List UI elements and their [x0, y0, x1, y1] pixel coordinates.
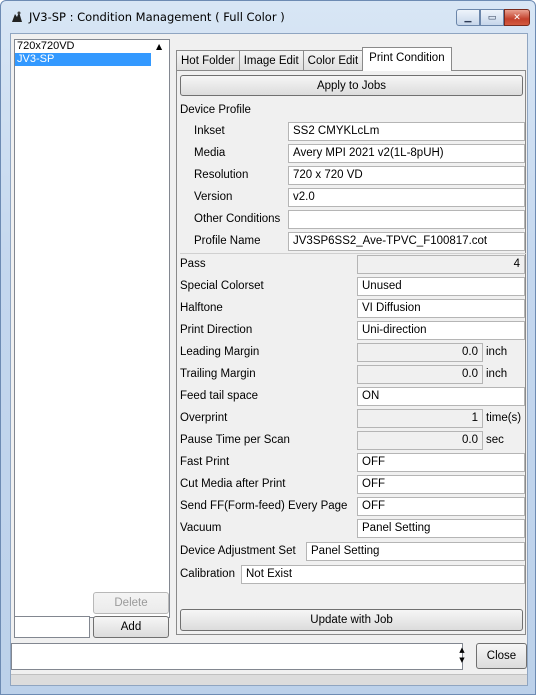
version-label: Version [194, 191, 233, 203]
maximize-icon: ▭ [487, 12, 497, 23]
add-button[interactable]: Add [93, 616, 169, 638]
spin-up-icon[interactable]: ▲ [455, 645, 469, 655]
overprint-label: Overprint [180, 412, 228, 424]
cut-media-select[interactable]: OFF [357, 475, 525, 494]
trailing-margin-unit: inch [486, 368, 508, 380]
app-icon [12, 11, 22, 22]
fast-print-select[interactable]: OFF [357, 453, 525, 472]
profile-name-label: Profile Name [194, 235, 261, 247]
other-conditions-label: Other Conditions [194, 213, 281, 225]
minimize-button[interactable]: ▁ [456, 9, 480, 26]
cut-media-label: Cut Media after Print [180, 478, 286, 490]
divider [180, 253, 526, 254]
overprint-field[interactable]: 1 [357, 409, 483, 428]
close-window-button[interactable]: ✕ [504, 9, 530, 26]
print-condition-body: Apply to Jobs Device Profile Inkset SS2 … [176, 70, 526, 635]
pass-field[interactable]: 4 [357, 255, 525, 274]
vacuum-select[interactable]: Panel Setting [357, 519, 525, 538]
feed-tail-space-select[interactable]: ON [357, 387, 525, 406]
add-name-input[interactable] [14, 616, 90, 638]
inkset-label: Inkset [194, 125, 225, 137]
overprint-unit: time(s) [486, 412, 522, 424]
device-profile-heading: Device Profile [180, 104, 251, 116]
fast-print-label: Fast Print [180, 456, 230, 468]
list-item-selected[interactable]: JV3-SP [15, 53, 151, 66]
close-icon: ✕ [513, 12, 521, 23]
status-field[interactable] [11, 643, 463, 670]
tab-print-condition[interactable]: Print Condition [362, 47, 452, 71]
trailing-margin-label: Trailing Margin [180, 368, 256, 380]
leading-margin-field[interactable]: 0.0 [357, 343, 483, 362]
leading-margin-label: Leading Margin [180, 346, 260, 358]
pause-time-unit: sec [486, 434, 504, 446]
send-ff-label: Send FF(Form-feed) Every Page [180, 500, 348, 512]
halftone-label: Halftone [180, 302, 223, 314]
trailing-margin-field[interactable]: 0.0 [357, 365, 483, 384]
calibration-label: Calibration [180, 568, 235, 580]
device-adjustment-field[interactable]: Panel Setting [306, 542, 525, 561]
device-adjustment-label: Device Adjustment Set [180, 545, 296, 557]
resolution-label: Resolution [194, 169, 249, 181]
scroll-up-icon[interactable]: ▲ [156, 42, 162, 51]
tab-color-edit[interactable]: Color Edit [302, 50, 364, 71]
special-colorset-select[interactable]: Unused [357, 277, 525, 296]
close-button[interactable]: Close [476, 643, 527, 669]
status-bar [11, 674, 527, 685]
tab-hot-folder[interactable]: Hot Folder [176, 50, 240, 71]
inkset-field: SS2 CMYKLcLm [288, 122, 525, 141]
spin-down-icon[interactable]: ▼ [455, 655, 469, 665]
pass-label: Pass [180, 258, 206, 270]
title-bar[interactable]: JV3-SP : Condition Management ( Full Col… [1, 1, 535, 33]
profile-name-field: JV3SP6SS2_Ave-TPVC_F100817.cot [288, 232, 525, 251]
special-colorset-label: Special Colorset [180, 280, 264, 292]
window-title: JV3-SP : Condition Management ( Full Col… [29, 10, 285, 24]
media-field: Avery MPI 2021 v2(1L-8pUH) [288, 144, 525, 163]
resolution-field: 720 x 720 VD [288, 166, 525, 185]
update-with-job-button[interactable]: Update with Job [180, 609, 523, 631]
pause-time-field[interactable]: 0.0 [357, 431, 483, 450]
list-item[interactable]: 720x720VD [15, 40, 169, 53]
apply-to-jobs-button[interactable]: Apply to Jobs [180, 75, 523, 96]
other-conditions-field [288, 210, 525, 229]
halftone-select[interactable]: VI Diffusion [357, 299, 525, 318]
delete-button[interactable]: Delete [93, 592, 169, 614]
pause-time-label: Pause Time per Scan [180, 434, 290, 446]
settings-tab-panel: Hot Folder Image Edit Color Edit Print C… [176, 47, 526, 635]
tab-strip: Hot Folder Image Edit Color Edit Print C… [176, 47, 452, 71]
leading-margin-unit: inch [486, 346, 508, 358]
send-ff-select[interactable]: OFF [357, 497, 525, 516]
minimize-icon: ▁ [464, 12, 472, 23]
print-direction-label: Print Direction [180, 324, 253, 336]
client-area: 720x720VD JV3-SP ▲ ▼ Delete Add Hot Fold… [10, 33, 528, 686]
media-label: Media [194, 147, 226, 159]
version-field: v2.0 [288, 188, 525, 207]
list-scrollbar[interactable]: ▲ ▼ [152, 40, 169, 617]
feed-tail-space-label: Feed tail space [180, 390, 258, 402]
calibration-field[interactable]: Not Exist [241, 565, 525, 584]
condition-list[interactable]: 720x720VD JV3-SP ▲ ▼ [14, 39, 170, 618]
vacuum-label: Vacuum [180, 522, 222, 534]
maximize-button[interactable]: ▭ [480, 9, 504, 26]
condition-management-window: JV3-SP : Condition Management ( Full Col… [0, 0, 536, 695]
tab-image-edit[interactable]: Image Edit [238, 50, 304, 71]
status-spinner[interactable]: ▲ ▼ [455, 645, 469, 668]
print-direction-select[interactable]: Uni-direction [357, 321, 525, 340]
